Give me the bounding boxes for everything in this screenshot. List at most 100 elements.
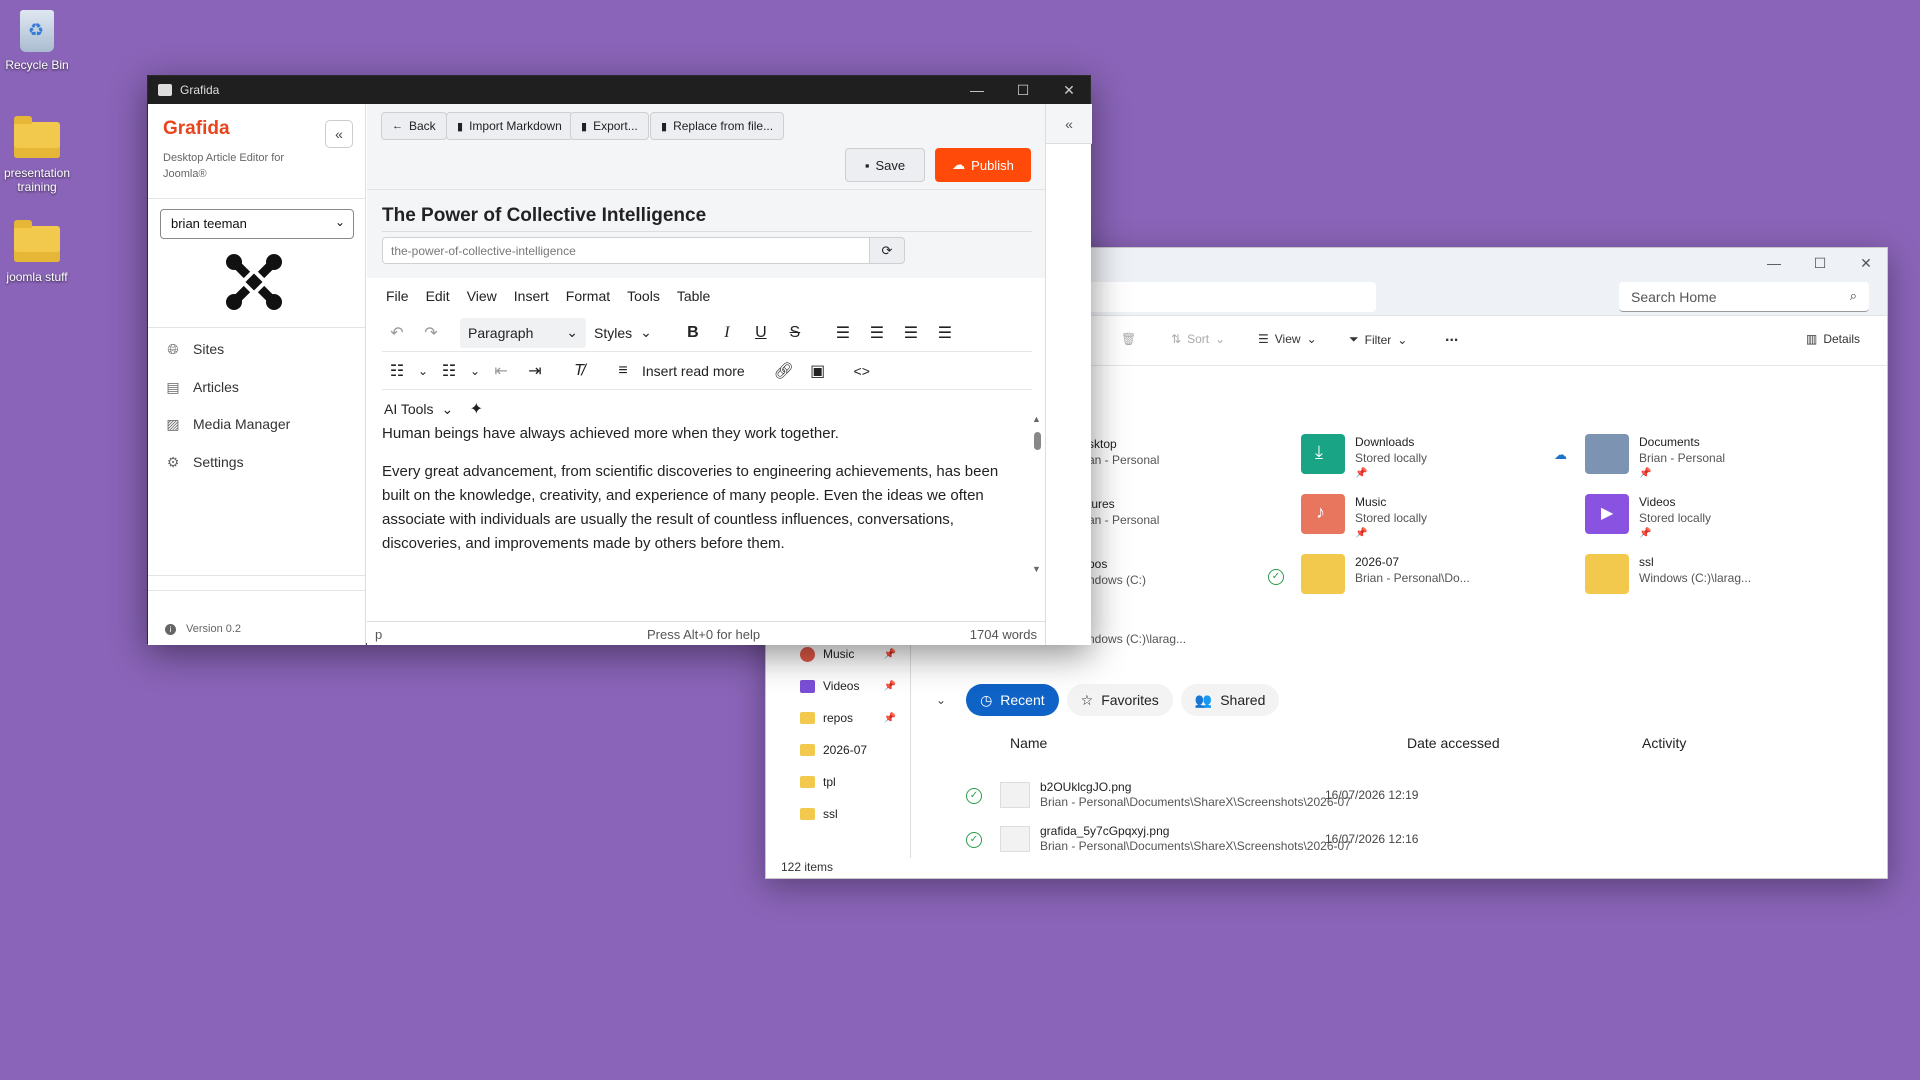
desktop-icon-recycle-bin[interactable]: Recycle Bin — [0, 10, 77, 72]
nav-label: Videos — [823, 679, 860, 693]
insert-read-more-button[interactable]: Insert read more — [642, 363, 745, 379]
maximize-button[interactable]: ☐ — [1797, 248, 1843, 278]
column-header-activity[interactable]: Activity — [1642, 735, 1686, 751]
export-button[interactable]: ▮ Export... — [570, 112, 649, 140]
menu-table[interactable]: Table — [677, 288, 710, 304]
tab-shared[interactable]: 👥 Shared — [1180, 684, 1280, 716]
quick-access-pictures[interactable]: tures an - Personal — [1088, 496, 1159, 528]
article-title-input[interactable]: The Power of Collective Intelligence — [382, 205, 706, 227]
expand-panel-button[interactable]: « — [1046, 104, 1092, 144]
menu-tools[interactable]: Tools — [627, 288, 660, 304]
quick-access-desktop[interactable]: sktop an - Personal — [1088, 436, 1159, 468]
file-thumbnail — [1000, 826, 1030, 852]
collapse-chevron-icon[interactable]: ⌄ — [936, 693, 946, 707]
regenerate-alias-button[interactable]: ⟳ — [870, 237, 905, 264]
chevron-down-icon[interactable]: ⌄ — [468, 356, 482, 386]
nav-item-tpl[interactable]: tpl — [766, 766, 910, 798]
image-icon[interactable]: ▣ — [803, 356, 833, 386]
details-button[interactable]: ▥ Details — [1806, 332, 1860, 346]
save-button[interactable]: ▪ Save — [845, 148, 925, 182]
quick-access-downloads[interactable]: ⤓ Downloads Stored locally 📌 — [1301, 434, 1427, 482]
word-count[interactable]: 1704 words — [970, 627, 1037, 642]
bullet-list-icon[interactable]: ☷ — [382, 356, 412, 386]
scrollbar-thumb[interactable] — [1034, 432, 1041, 450]
pin-icon: 📌 — [1639, 528, 1652, 539]
filter-button[interactable]: ⏷ Filter ⌄ — [1349, 332, 1407, 347]
sort-button[interactable]: ⇅ Sort ⌄ — [1171, 332, 1225, 346]
more-options-button[interactable]: ... — [1445, 328, 1458, 346]
chevron-down-icon[interactable]: ⌄ — [416, 356, 430, 386]
nav-item-repos[interactable]: repos 📌 — [766, 702, 910, 734]
nav-item-2026-07[interactable]: 2026-07 — [766, 734, 910, 766]
numbered-list-icon[interactable]: ☷ — [434, 356, 464, 386]
nav-item-media-manager[interactable]: ▨ Media Manager — [165, 416, 290, 433]
file-row[interactable]: ✓ grafida_5y7cGpqxyj.png Brian - Persona… — [966, 820, 1846, 862]
desktop-icon-joomla-stuff[interactable]: joomla stuff — [0, 220, 77, 284]
editor-content[interactable]: Human beings have always achieved more w… — [367, 414, 1029, 572]
redo-icon[interactable]: ↷ — [416, 318, 446, 348]
globe-icon: 🌐︎ — [167, 340, 179, 357]
nav-item-ssl[interactable]: ssl — [766, 798, 910, 830]
editor-scrollbar[interactable]: ▲ ▼ — [1029, 414, 1045, 574]
back-button[interactable]: ← Back — [381, 112, 447, 140]
menu-file[interactable]: File — [386, 288, 409, 304]
view-button[interactable]: ☰ View ⌄ — [1258, 332, 1317, 346]
indent-icon[interactable]: ⇥ — [520, 356, 550, 386]
quick-access-music[interactable]: ♪ Music Stored locally 📌 — [1301, 494, 1427, 542]
element-path[interactable]: p — [375, 627, 382, 642]
menu-format[interactable]: Format — [566, 288, 610, 304]
scroll-up-icon[interactable]: ▲ — [1032, 414, 1041, 424]
quick-access-documents[interactable]: Documents Brian - Personal 📌 — [1585, 434, 1725, 482]
align-justify-icon[interactable]: ☰ — [930, 318, 960, 348]
strikethrough-icon[interactable]: S — [780, 318, 810, 348]
nav-item-sites[interactable]: 🌐︎ Sites — [165, 340, 224, 358]
close-button[interactable]: ✕ — [1843, 248, 1889, 278]
quick-access-videos[interactable]: ▶ Videos Stored locally 📌 — [1585, 494, 1711, 542]
synced-check-icon: ✓ — [966, 832, 982, 848]
address-bar[interactable] — [1086, 282, 1376, 312]
align-right-icon[interactable]: ☰ — [896, 318, 926, 348]
styles-select[interactable]: Styles ⌄ — [586, 318, 660, 348]
underline-icon[interactable]: U — [746, 318, 776, 348]
nav-item-videos[interactable]: Videos 📌 — [766, 670, 910, 702]
quick-access-ssl[interactable]: ssl Windows (C:)\larag... — [1585, 554, 1751, 594]
publish-button[interactable]: ☁ Publish — [935, 148, 1031, 182]
maximize-button[interactable]: ☐ — [1000, 76, 1046, 104]
italic-icon[interactable]: I — [712, 318, 742, 348]
align-center-icon[interactable]: ☰ — [862, 318, 892, 348]
source-code-icon[interactable]: <> — [847, 356, 877, 386]
delete-button[interactable]: 🗑 — [1121, 332, 1136, 346]
quick-access-tpl[interactable]: ndows (C:)\larag... — [1088, 631, 1186, 647]
quick-access-repos[interactable]: pos ndows (C:) — [1088, 556, 1146, 588]
close-button[interactable]: ✕ — [1046, 76, 1092, 104]
file-row[interactable]: ✓ b2OUklcgJO.png Brian - Personal\Docume… — [966, 776, 1846, 818]
scroll-down-icon[interactable]: ▼ — [1032, 564, 1041, 574]
tab-recent[interactable]: ◷ Recent — [966, 684, 1059, 716]
nav-item-settings[interactable]: ⚙ Settings — [165, 454, 244, 471]
import-markdown-button[interactable]: ▮ Import Markdown — [446, 112, 573, 140]
collapse-sidebar-button[interactable]: « — [325, 120, 353, 148]
replace-from-file-button[interactable]: ▮ Replace from file... — [650, 112, 785, 140]
bold-icon[interactable]: B — [678, 318, 708, 348]
desktop-icon-presentation-training[interactable]: presentation training — [0, 116, 77, 194]
read-more-icon[interactable]: ≡ — [608, 356, 638, 386]
clear-formatting-icon[interactable]: T̸ — [564, 356, 594, 386]
column-header-date[interactable]: Date accessed — [1407, 735, 1500, 751]
minimize-button[interactable]: — — [1751, 248, 1797, 278]
link-icon[interactable]: 🔗︎ — [769, 356, 799, 386]
outdent-icon[interactable]: ⇤ — [486, 356, 516, 386]
menu-edit[interactable]: Edit — [426, 288, 450, 304]
minimize-button[interactable]: — — [954, 76, 1000, 104]
align-left-icon[interactable]: ☰ — [828, 318, 858, 348]
menu-view[interactable]: View — [467, 288, 497, 304]
user-select[interactable]: brian teeman ⌄ — [160, 209, 354, 239]
search-input[interactable]: Search Home ⌕ — [1619, 282, 1869, 312]
undo-icon[interactable]: ↶ — [382, 318, 412, 348]
block-format-select[interactable]: Paragraph ⌄ — [460, 317, 586, 348]
tab-favorites[interactable]: ☆ Favorites — [1066, 684, 1173, 716]
quick-access-2026-07[interactable]: 2026-07 Brian - Personal\Do... — [1301, 554, 1470, 594]
nav-item-articles[interactable]: ▤ Articles — [165, 379, 239, 396]
alias-input[interactable]: the-power-of-collective-intelligence — [382, 237, 870, 264]
menu-insert[interactable]: Insert — [514, 288, 549, 304]
column-header-name[interactable]: Name — [1010, 735, 1047, 751]
